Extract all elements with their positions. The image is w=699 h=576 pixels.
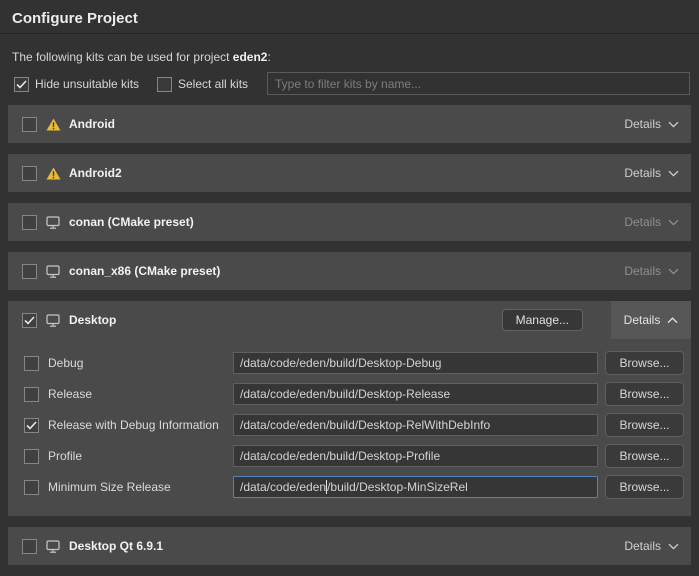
details-label: Details <box>624 166 661 180</box>
desktop-icon <box>46 314 62 327</box>
kit-checkbox[interactable] <box>22 166 37 181</box>
build-config-row-debug: Debug Browse... <box>8 351 691 375</box>
filter-controls: Hide unsuitable kits Select all kits <box>0 72 699 96</box>
path-text-after-caret: /build/Desktop-MinSizeRel <box>327 480 468 494</box>
build-config-checkbox[interactable] <box>24 480 39 495</box>
build-config-row-profile: Profile Browse... <box>8 444 691 468</box>
release-path-input[interactable] <box>233 383 598 405</box>
browse-button[interactable]: Browse... <box>605 475 684 499</box>
build-config-row-relwithdebinfo: Release with Debug Information Browse... <box>8 413 691 437</box>
details-label: Details <box>624 117 661 131</box>
kit-name: conan_x86 (CMake preset) <box>69 264 220 278</box>
details-label: Details <box>624 313 661 327</box>
title-divider <box>0 33 699 34</box>
kit-name: Android2 <box>69 166 122 180</box>
browse-button[interactable]: Browse... <box>605 413 684 437</box>
build-config-label: Minimum Size Release <box>48 480 171 494</box>
details-button[interactable]: Details <box>624 539 679 553</box>
build-config-label: Release <box>48 387 92 401</box>
details-button[interactable]: Details <box>624 264 679 278</box>
details-button[interactable]: Details <box>624 117 679 131</box>
desktop-icon <box>46 216 62 229</box>
profile-path-input[interactable] <box>233 445 598 467</box>
kit-card-conan: conan (CMake preset) Details <box>8 203 691 241</box>
hide-unsuitable-kits-label: Hide unsuitable kits <box>35 77 139 91</box>
details-label: Details <box>624 215 661 229</box>
kit-header-android2[interactable]: Android2 Details <box>8 154 691 192</box>
kit-header-desktop[interactable]: Desktop Manage... Details <box>8 301 691 339</box>
build-config-row-minsizerel: Minimum Size Release /data/code/eden/bui… <box>8 475 691 499</box>
path-text-before-caret: /data/code/eden <box>240 480 326 494</box>
kit-name: conan (CMake preset) <box>69 215 194 229</box>
chevron-down-icon <box>668 268 679 275</box>
kit-name: Desktop <box>69 313 116 327</box>
manage-button[interactable]: Manage... <box>502 309 583 331</box>
chevron-down-icon <box>668 219 679 226</box>
kit-name: Desktop Qt 6.9.1 <box>69 539 163 553</box>
build-config-label: Release with Debug Information <box>48 418 219 432</box>
desktop-icon <box>46 265 62 278</box>
kit-name: Android <box>69 117 115 131</box>
build-config-checkbox[interactable] <box>24 418 39 433</box>
select-all-kits-label: Select all kits <box>178 77 248 91</box>
browse-button[interactable]: Browse... <box>605 351 684 375</box>
build-config-checkbox[interactable] <box>24 356 39 371</box>
details-label: Details <box>624 264 661 278</box>
build-config-label: Profile <box>48 449 82 463</box>
kit-list: Android Details Android2 Details <box>8 105 691 576</box>
kit-header-conan[interactable]: conan (CMake preset) Details <box>8 203 691 241</box>
warning-icon <box>46 118 62 131</box>
chevron-down-icon <box>668 121 679 128</box>
kit-filter-input[interactable] <box>267 72 690 95</box>
check-icon <box>16 80 27 89</box>
kit-checkbox[interactable] <box>22 539 37 554</box>
chevron-down-icon <box>668 170 679 177</box>
configure-project-page: { "window": { "title": "Configure Projec… <box>0 0 699 562</box>
select-all-kits-checkbox[interactable] <box>157 77 172 92</box>
details-button[interactable]: Details <box>624 166 679 180</box>
hide-unsuitable-kits-checkbox[interactable] <box>14 77 29 92</box>
select-all-kits-option[interactable]: Select all kits <box>157 72 248 96</box>
kit-card-desktop: Desktop Manage... Details Debug Browse..… <box>8 301 691 516</box>
desktop-icon <box>46 540 62 553</box>
project-name: eden2 <box>233 50 268 64</box>
kit-card-android: Android Details <box>8 105 691 143</box>
build-config-row-release: Release Browse... <box>8 382 691 406</box>
warning-icon <box>46 167 62 180</box>
kit-card-conan-x86: conan_x86 (CMake preset) Details <box>8 252 691 290</box>
intro-suffix: : <box>267 50 270 64</box>
check-icon <box>24 316 35 325</box>
kit-header-conan-x86[interactable]: conan_x86 (CMake preset) Details <box>8 252 691 290</box>
minsizerel-path-input[interactable]: /data/code/eden/build/Desktop-MinSizeRel <box>233 476 598 498</box>
build-config-checkbox[interactable] <box>24 387 39 402</box>
details-label: Details <box>624 539 661 553</box>
check-icon <box>26 421 37 430</box>
kit-checkbox[interactable] <box>22 264 37 279</box>
kit-card-android2: Android2 Details <box>8 154 691 192</box>
relwithdebinfo-path-input[interactable] <box>233 414 598 436</box>
chevron-up-icon <box>667 317 678 324</box>
kit-checkbox[interactable] <box>22 215 37 230</box>
build-config-label: Debug <box>48 356 83 370</box>
details-button[interactable]: Details <box>624 215 679 229</box>
kit-checkbox[interactable] <box>22 313 37 328</box>
kit-checkbox[interactable] <box>22 117 37 132</box>
kit-header-android[interactable]: Android Details <box>8 105 691 143</box>
intro-prefix: The following kits can be used for proje… <box>12 50 233 64</box>
hide-unsuitable-kits-option[interactable]: Hide unsuitable kits <box>14 72 139 96</box>
details-button-expanded[interactable]: Details <box>611 301 691 339</box>
build-config-checkbox[interactable] <box>24 449 39 464</box>
browse-button[interactable]: Browse... <box>605 444 684 468</box>
intro-text: The following kits can be used for proje… <box>12 50 271 64</box>
chevron-down-icon <box>668 543 679 550</box>
debug-path-input[interactable] <box>233 352 598 374</box>
page-title: Configure Project <box>12 10 138 27</box>
browse-button[interactable]: Browse... <box>605 382 684 406</box>
desktop-build-configs: Debug Browse... Release Browse... Releas… <box>8 339 691 516</box>
